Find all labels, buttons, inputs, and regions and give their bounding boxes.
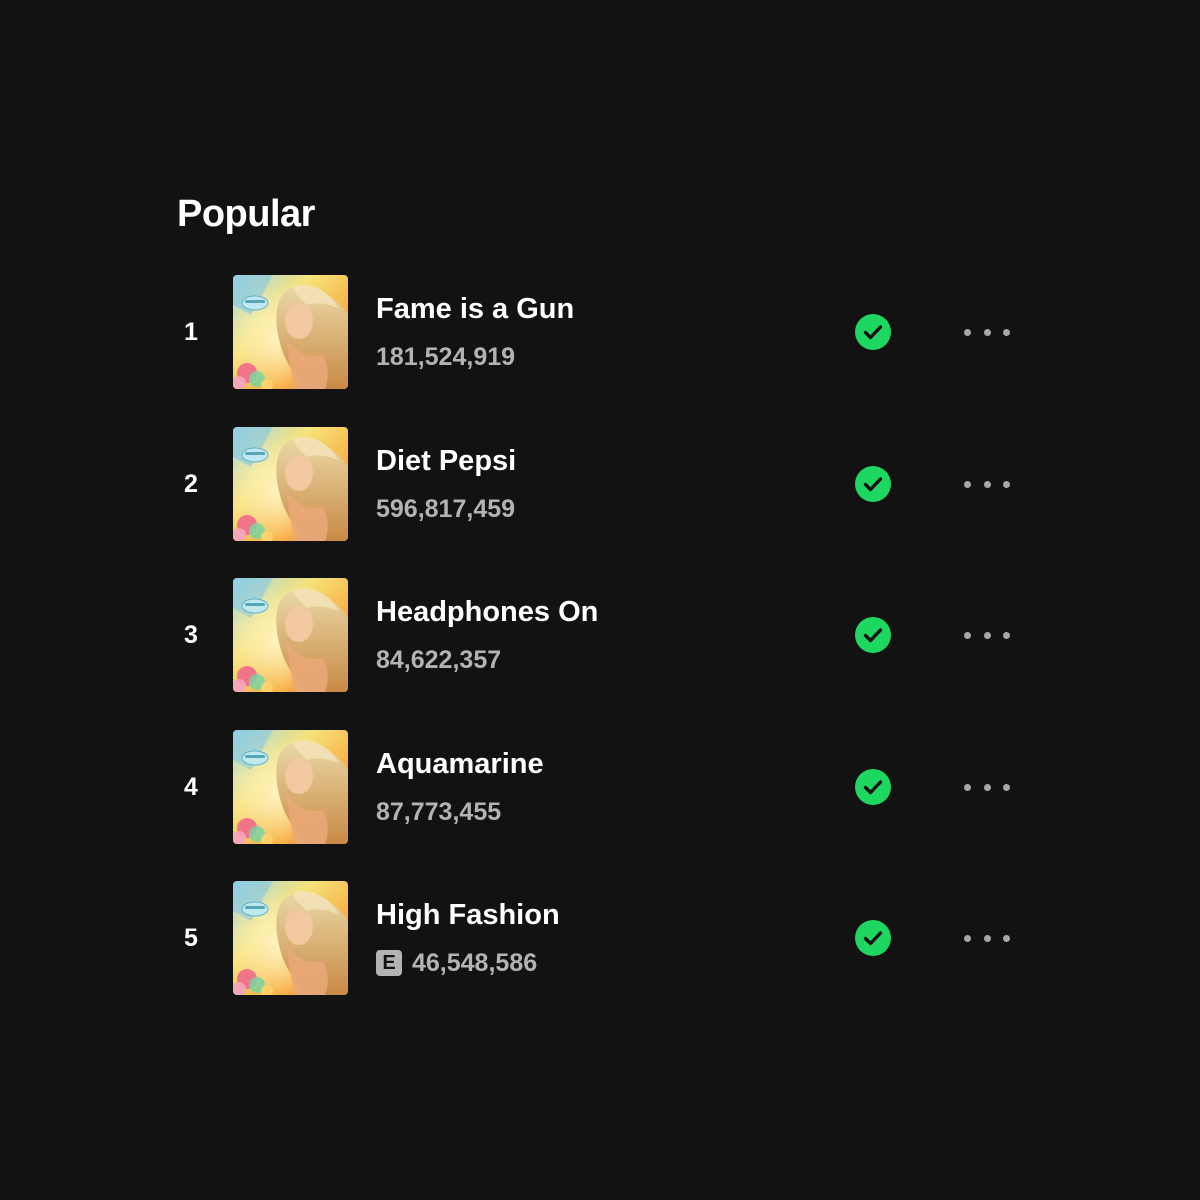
dot-icon bbox=[964, 783, 971, 791]
album-cover[interactable] bbox=[233, 578, 348, 692]
track-meta: 87,773,455 bbox=[376, 794, 501, 830]
dot-icon bbox=[983, 783, 991, 791]
dot-icon bbox=[1003, 631, 1010, 639]
more-options-button[interactable] bbox=[958, 320, 1016, 344]
track-row[interactable]: 5 High Fashion E 46,548,586 bbox=[0, 881, 1200, 995]
more-options-button[interactable] bbox=[958, 472, 1016, 496]
dot-icon bbox=[1003, 328, 1010, 336]
track-title[interactable]: Diet Pepsi bbox=[376, 441, 516, 481]
track-number: 1 bbox=[184, 318, 198, 346]
play-count: 596,817,459 bbox=[376, 495, 516, 523]
album-cover[interactable] bbox=[233, 427, 348, 541]
check-circle-icon[interactable] bbox=[855, 920, 891, 956]
check-circle-icon[interactable] bbox=[855, 466, 891, 502]
dot-icon bbox=[964, 631, 971, 639]
check-circle-icon[interactable] bbox=[855, 617, 891, 653]
dot-icon bbox=[983, 328, 991, 336]
dot-icon bbox=[983, 934, 991, 942]
track-meta: 596,817,459 bbox=[376, 491, 515, 527]
dot-icon bbox=[983, 631, 991, 639]
more-options-button[interactable] bbox=[958, 623, 1016, 647]
album-cover[interactable] bbox=[233, 275, 348, 389]
more-options-button[interactable] bbox=[958, 926, 1016, 950]
track-number: 2 bbox=[184, 470, 198, 498]
play-count: 181,524,919 bbox=[376, 343, 516, 371]
track-row[interactable]: 3 Headphones On 84,622,357 bbox=[0, 578, 1200, 692]
dot-icon bbox=[964, 480, 971, 488]
track-row[interactable]: 2 Diet Pepsi 596,817,459 bbox=[0, 427, 1200, 541]
track-title[interactable]: Fame is a Gun bbox=[376, 289, 574, 329]
explicit-badge: E bbox=[376, 950, 402, 976]
track-meta: 181,524,919 bbox=[376, 339, 515, 375]
play-count: 46,548,586 bbox=[412, 949, 538, 977]
album-cover[interactable] bbox=[233, 881, 348, 995]
track-title[interactable]: Aquamarine bbox=[376, 744, 544, 784]
check-circle-icon[interactable] bbox=[855, 314, 891, 350]
track-meta: 84,622,357 bbox=[376, 642, 501, 678]
check-circle-icon[interactable] bbox=[855, 769, 891, 805]
track-title[interactable]: High Fashion bbox=[376, 895, 560, 935]
track-row[interactable]: 1 Fame is a Gun 181,524,919 bbox=[0, 275, 1200, 389]
dot-icon bbox=[983, 480, 991, 488]
dot-icon bbox=[1003, 480, 1010, 488]
dot-icon bbox=[964, 934, 971, 942]
track-meta: E 46,548,586 bbox=[376, 945, 537, 981]
track-number: 5 bbox=[184, 924, 198, 952]
dot-icon bbox=[964, 328, 971, 336]
dot-icon bbox=[1003, 783, 1010, 791]
track-number: 4 bbox=[184, 773, 198, 801]
track-row[interactable]: 4 Aquamarine 87,773,455 bbox=[0, 730, 1200, 844]
play-count: 87,773,455 bbox=[376, 798, 502, 826]
album-cover[interactable] bbox=[233, 730, 348, 844]
dot-icon bbox=[1003, 934, 1010, 942]
more-options-button[interactable] bbox=[958, 775, 1016, 799]
track-number: 3 bbox=[184, 621, 198, 649]
popular-track-list: 1 Fame is a Gun 181,524,919 2 Diet Pepsi… bbox=[0, 0, 1200, 1200]
track-title[interactable]: Headphones On bbox=[376, 592, 598, 632]
play-count: 84,622,357 bbox=[376, 646, 502, 674]
